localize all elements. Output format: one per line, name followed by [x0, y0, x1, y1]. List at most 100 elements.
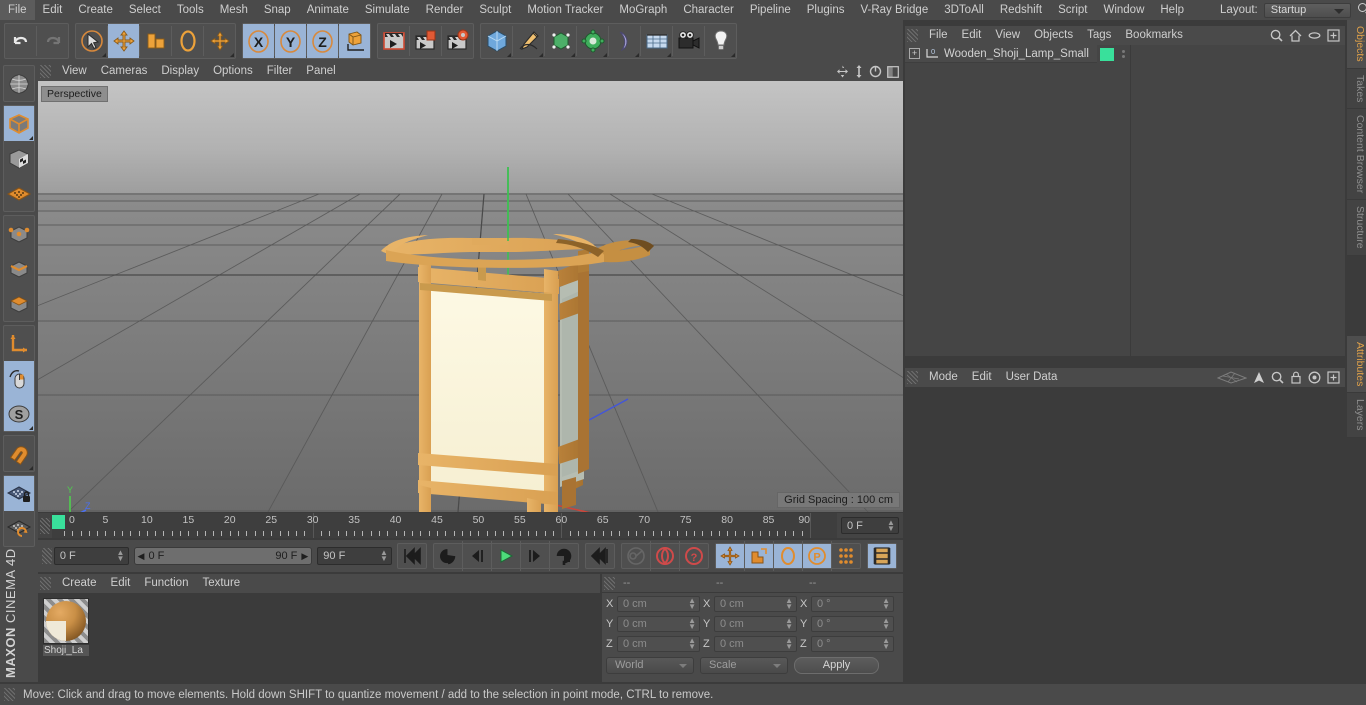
material-menu-create[interactable]: Create [55, 574, 104, 593]
panel-grip-icon[interactable] [40, 577, 51, 590]
move-view-icon[interactable] [836, 65, 849, 78]
next-frame-button[interactable] [521, 544, 549, 568]
world-object-axis-button[interactable] [339, 24, 370, 58]
soft-selection-icon[interactable]: S [4, 396, 34, 431]
range-left-arrow-icon[interactable]: ◀ [138, 551, 145, 562]
object-row[interactable]: + 0 Wooden_Shoji_Lamp_Small [905, 45, 1097, 63]
rotation-key-button[interactable] [774, 544, 802, 568]
position-z-field[interactable]: 0 cm ▲ ▼ [617, 635, 700, 652]
search-icon[interactable] [1271, 371, 1284, 384]
viewport-menu-panel[interactable]: Panel [299, 62, 342, 81]
tab-takes[interactable]: Takes [1347, 68, 1366, 110]
layout-dropdown[interactable]: Startup [1263, 2, 1351, 18]
add-layer-icon[interactable] [1327, 29, 1340, 42]
viewport-solo-icon[interactable] [4, 361, 34, 396]
object-menu-view[interactable]: View [988, 26, 1027, 45]
render-view-button[interactable] [378, 24, 409, 58]
axis-x-button[interactable]: X [243, 24, 274, 58]
menu-item-plugins[interactable]: Plugins [799, 0, 853, 20]
position-key-button[interactable] [716, 544, 744, 568]
texture-mode-icon[interactable] [4, 141, 34, 176]
spinner-icon[interactable]: ▲ ▼ [785, 636, 793, 650]
menu-item-script[interactable]: Script [1050, 0, 1095, 20]
size-mode-dropdown[interactable]: Scale [700, 656, 788, 674]
lock-icon[interactable] [1290, 371, 1302, 384]
viewport-menu-cameras[interactable]: Cameras [94, 62, 155, 81]
menu-item-vray-bridge[interactable]: V-Ray Bridge [852, 0, 936, 20]
axis-z-button[interactable]: Z [307, 24, 338, 58]
spline-pen-button[interactable] [513, 24, 544, 58]
coordinate-system-dropdown[interactable]: World [606, 656, 694, 674]
arrow-up-icon[interactable] [1253, 371, 1265, 384]
move-alt-button[interactable] [204, 24, 235, 58]
material-menu-function[interactable]: Function [137, 574, 195, 593]
menu-item-mesh[interactable]: Mesh [212, 0, 256, 20]
material-item[interactable]: Shoji_La [43, 598, 89, 656]
menu-item-pipeline[interactable]: Pipeline [742, 0, 799, 20]
pla-key-button[interactable] [832, 544, 860, 568]
rotate-button[interactable] [172, 24, 203, 58]
menu-item-redshift[interactable]: Redshift [992, 0, 1050, 20]
menu-item-window[interactable]: Window [1095, 0, 1152, 20]
material-manager-body[interactable]: Shoji_La [38, 593, 600, 682]
panel-grip-icon[interactable] [40, 65, 51, 78]
menu-item-simulate[interactable]: Simulate [357, 0, 418, 20]
visibility-dots-icon[interactable] [1118, 50, 1128, 58]
maximize-view-icon[interactable] [887, 65, 899, 78]
object-menu-bookmarks[interactable]: Bookmarks [1118, 26, 1190, 45]
viewport-menu-options[interactable]: Options [206, 62, 260, 81]
menu-item-file[interactable]: File [0, 0, 35, 20]
menu-item-select[interactable]: Select [121, 0, 169, 20]
spinner-icon[interactable]: ▲ ▼ [380, 549, 388, 563]
menu-item-create[interactable]: Create [70, 0, 121, 20]
go-to-start-button[interactable] [398, 544, 426, 568]
size-x-field[interactable]: 0 cm ▲ ▼ [714, 595, 797, 612]
end-frame-field[interactable]: 90 F ▲ ▼ [317, 547, 392, 565]
camera-button[interactable] [673, 24, 704, 58]
magnet-icon[interactable] [4, 436, 34, 471]
viewport-menu-view[interactable]: View [55, 62, 94, 81]
search-icon[interactable] [1357, 3, 1366, 17]
autokeying-button[interactable] [651, 544, 679, 568]
rotation-x-field[interactable]: 0 ° ▲ ▼ [811, 595, 894, 612]
bend-deformer-button[interactable] [609, 24, 640, 58]
light-button[interactable] [705, 24, 736, 58]
menu-item-snap[interactable]: Snap [256, 0, 299, 20]
current-frame-field[interactable]: 0 F ▲ ▼ [53, 547, 129, 565]
menu-item-animate[interactable]: Animate [299, 0, 357, 20]
model-mode-icon[interactable] [4, 106, 34, 141]
workplane-align-icon[interactable] [4, 511, 34, 546]
panel-grip-icon[interactable] [907, 371, 918, 384]
panel-grip-icon[interactable] [42, 548, 52, 564]
parameter-key-button[interactable]: P [803, 544, 831, 568]
menu-item-motion-tracker[interactable]: Motion Tracker [519, 0, 611, 20]
rotation-y-field[interactable]: 0 ° ▲ ▼ [811, 615, 894, 632]
polygons-mode-icon[interactable] [4, 286, 34, 321]
rotate-view-icon[interactable] [869, 65, 882, 78]
range-right-arrow-icon[interactable]: ▶ [301, 551, 308, 562]
spinner-icon[interactable]: ▲ ▼ [117, 549, 125, 563]
keyframe-selection-button[interactable]: ? [680, 544, 708, 568]
viewport-menu-display[interactable]: Display [154, 62, 206, 81]
expand-icon[interactable]: + [909, 48, 920, 59]
render-to-picture-viewer-button[interactable] [410, 24, 441, 58]
play-loop-button[interactable] [550, 544, 578, 568]
object-menu-file[interactable]: File [922, 26, 955, 45]
spinner-icon[interactable]: ▲ ▼ [785, 616, 793, 630]
environment-button[interactable] [641, 24, 672, 58]
workplane-icon[interactable] [4, 176, 34, 211]
undo-button[interactable] [5, 24, 36, 58]
attribute-menu-edit[interactable]: Edit [965, 368, 999, 387]
material-menu-edit[interactable]: Edit [104, 574, 138, 593]
tab-attributes[interactable]: Attributes [1347, 335, 1366, 394]
menu-item-render[interactable]: Render [418, 0, 472, 20]
viewport-menu-filter[interactable]: Filter [260, 62, 300, 81]
spinner-icon[interactable]: ▲ ▼ [688, 636, 696, 650]
panel-grip-icon[interactable] [907, 29, 918, 42]
rotation-z-field[interactable]: 0 ° ▲ ▼ [811, 635, 894, 652]
tab-objects[interactable]: Objects [1347, 20, 1366, 69]
menu-item-mograph[interactable]: MoGraph [611, 0, 675, 20]
spinner-icon[interactable]: ▲ ▼ [887, 519, 895, 533]
subdivision-surface-button[interactable] [545, 24, 576, 58]
scale-key-button[interactable] [745, 544, 773, 568]
